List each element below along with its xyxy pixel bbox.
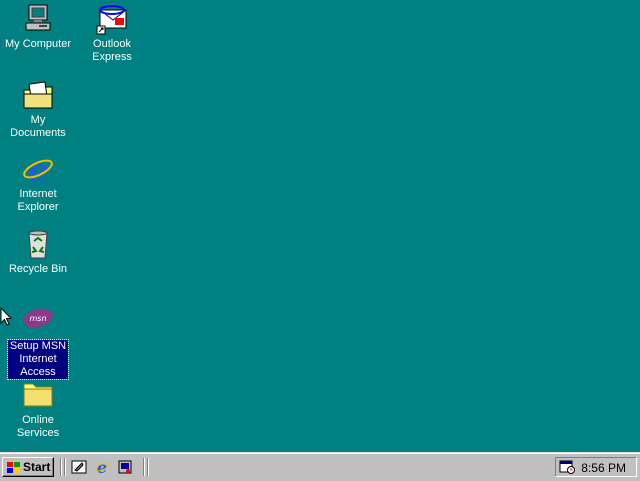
desktop-icon-label: Setup MSN Internet Access xyxy=(6,339,70,380)
desktop[interactable]: My Computer Outlook Express My Documents xyxy=(0,0,640,452)
taskbar-separator xyxy=(143,458,145,476)
desktop-icon-my-computer[interactable]: My Computer xyxy=(0,2,76,51)
quick-launch-internet-explorer[interactable]: e xyxy=(93,459,111,475)
taskbar-separator xyxy=(147,458,149,476)
quick-launch-show-desktop[interactable] xyxy=(70,459,88,475)
internet-explorer-icon: e xyxy=(21,151,55,189)
clock[interactable]: 8:56 PM xyxy=(581,461,626,475)
my-documents-icon xyxy=(21,78,55,112)
taskbar: Start e 8:56 PM xyxy=(0,452,640,481)
desktop-icon-online-services[interactable]: Online Services xyxy=(0,378,76,440)
scheduler-icon[interactable] xyxy=(559,460,575,474)
svg-text:e: e xyxy=(97,459,107,475)
msn-icon: msn xyxy=(21,304,55,338)
mouse-cursor-icon xyxy=(0,307,12,326)
quick-launch-channels[interactable] xyxy=(116,459,134,475)
desktop-icon-label: Internet Explorer xyxy=(17,188,59,213)
channels-icon xyxy=(118,460,132,474)
desktop-icon-outlook-express[interactable]: Outlook Express xyxy=(74,2,150,64)
desktop-icon-label: Outlook Express xyxy=(92,38,132,63)
desktop-icon-label: Recycle Bin xyxy=(8,263,68,275)
my-computer-icon xyxy=(21,2,55,36)
recycle-bin-icon xyxy=(21,227,55,261)
folder-icon xyxy=(21,378,55,412)
show-desktop-icon xyxy=(71,460,87,474)
svg-text:e: e xyxy=(28,152,48,186)
svg-text:msn: msn xyxy=(29,314,46,323)
desktop-icon-label: My Documents xyxy=(10,114,66,139)
internet-explorer-icon: e xyxy=(95,459,109,475)
desktop-icon-label: My Computer xyxy=(4,38,72,50)
outlook-express-icon xyxy=(95,2,129,36)
taskbar-separator xyxy=(60,458,62,476)
start-button[interactable]: Start xyxy=(2,457,54,477)
desktop-icon-label: Online Services xyxy=(16,414,60,439)
windows-logo-icon xyxy=(6,461,20,474)
start-label: Start xyxy=(23,460,51,474)
desktop-icon-recycle-bin[interactable]: Recycle Bin xyxy=(0,227,76,276)
desktop-icon-internet-explorer[interactable]: e Internet Explorer xyxy=(0,151,76,214)
desktop-icon-my-documents[interactable]: My Documents xyxy=(0,78,76,140)
taskbar-separator xyxy=(64,458,66,476)
system-tray: 8:56 PM xyxy=(555,457,637,477)
